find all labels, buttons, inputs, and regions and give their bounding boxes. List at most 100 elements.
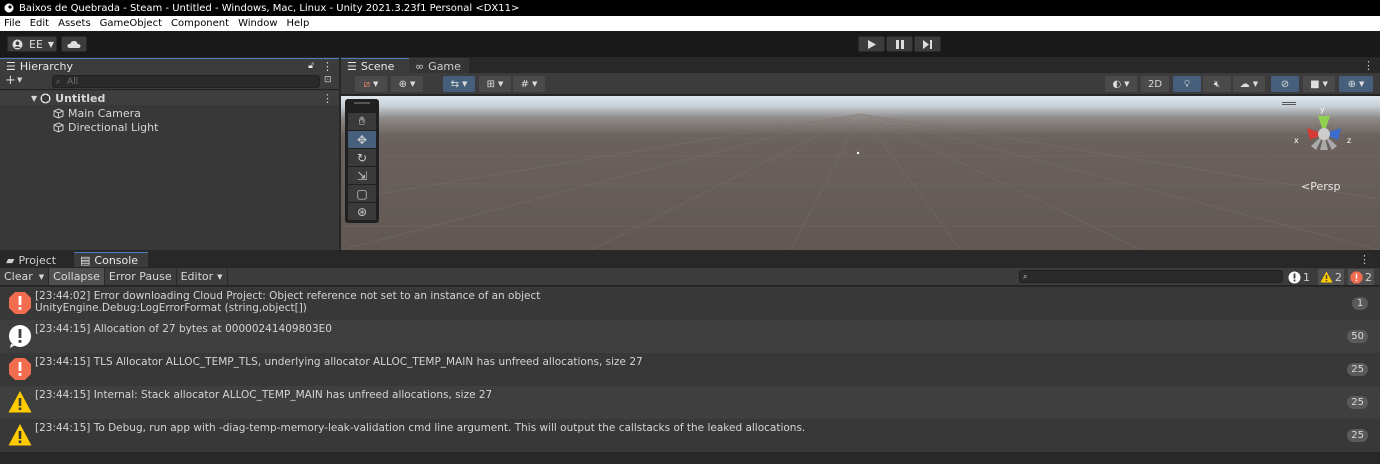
projection-label[interactable]: <Persp xyxy=(1301,180,1340,193)
kebab-menu-icon[interactable]: ⋮ xyxy=(1359,253,1370,266)
info-count-toggle[interactable]: 1 xyxy=(1288,269,1310,285)
hierarchy-search-input[interactable]: ⌕ All xyxy=(52,75,320,88)
chevron-down-icon: ▼ xyxy=(1124,80,1130,88)
foldout-arrow-icon[interactable]: ▼ xyxy=(31,94,37,103)
menu-assets[interactable]: Assets xyxy=(58,18,91,29)
toggle-2d-button[interactable]: 2D xyxy=(1141,76,1169,92)
tab-scene-label: Scene xyxy=(360,59,395,73)
effects-dropdown[interactable]: ☁ ▼ xyxy=(1233,76,1265,92)
error-icon xyxy=(1350,271,1363,283)
render-mode-dropdown[interactable]: ⊕ ▼ xyxy=(391,76,423,92)
grid-icon: # xyxy=(520,78,529,90)
scene-row[interactable]: ▼ Untitled ⋮ xyxy=(0,91,339,105)
effects-icon: ☁ xyxy=(1239,78,1250,90)
hand-tool-button[interactable]: ✋︎ xyxy=(348,113,376,130)
kebab-menu-icon[interactable]: ⋮ xyxy=(322,92,333,105)
pause-button[interactable] xyxy=(886,36,913,52)
search-by-type-icon[interactable]: ⊡ xyxy=(324,75,332,85)
drag-handle[interactable] xyxy=(354,102,370,104)
gizmos-dropdown[interactable]: ⊕ ▼ xyxy=(1339,76,1373,92)
warning-icon xyxy=(1320,271,1333,283)
log-entry[interactable]: [23:44:15] To Debug, run app with -diag-… xyxy=(0,419,1380,452)
lighting-toggle[interactable]: 💡︎ xyxy=(1173,76,1201,92)
clear-button[interactable]: Clear ▼ xyxy=(0,268,50,285)
menu-file[interactable]: File xyxy=(4,18,21,29)
kebab-menu-icon[interactable]: ⋮ xyxy=(1363,59,1374,72)
log-text: [23:44:15] TLS Allocator ALLOC_TEMP_TLS,… xyxy=(35,356,643,368)
grid-snapping-dropdown[interactable]: ⊞ ▼ xyxy=(479,76,511,92)
orientation-gizmo[interactable]: x z y xyxy=(1289,104,1359,168)
search-placeholder: All xyxy=(67,76,79,87)
scene-name: Untitled xyxy=(55,91,106,105)
chevron-down-icon[interactable]: ▼ xyxy=(17,76,22,84)
tab-project[interactable]: ▰ Project xyxy=(0,252,74,267)
scene-header-spacer: ⋮ xyxy=(469,58,1380,73)
tab-scene[interactable]: ☰ Scene xyxy=(341,58,409,73)
tab-game[interactable]: ∞ Game xyxy=(409,58,469,73)
menu-component[interactable]: Component xyxy=(171,18,229,29)
chevron-down-icon: ▼ xyxy=(532,80,538,88)
window-title-bar: Baixos de Quebrada - Steam - Untitled - … xyxy=(0,0,1380,16)
chevron-down-icon: ▼ xyxy=(410,80,416,88)
menu-help[interactable]: Help xyxy=(287,18,310,29)
tree-item-main-camera[interactable]: Main Camera xyxy=(0,106,339,120)
hierarchy-panel: ☰ Hierarchy 🔓︎ ⋮ + ▼ ⌕ All ⊡ ▼ Untitled … xyxy=(0,58,339,250)
camera-settings-dropdown[interactable]: ■ ▼ xyxy=(1303,76,1335,92)
tab-console[interactable]: ▤ Console xyxy=(74,252,148,267)
play-button[interactable] xyxy=(858,36,885,52)
tab-hierarchy[interactable]: ☰ Hierarchy 🔓︎ ⋮ xyxy=(0,58,339,73)
log-entry[interactable]: [23:44:15] Allocation of 27 bytes at 000… xyxy=(0,320,1380,353)
error-pause-toggle[interactable]: Error Pause xyxy=(105,268,177,285)
gizmo-z-label: z xyxy=(1347,136,1351,145)
warning-icon xyxy=(8,424,32,446)
console-toolbar: Clear ▼ Collapse Error Pause Editor ▼ ⌕ 1 … xyxy=(0,268,1380,286)
log-count-badge: 25 xyxy=(1347,363,1368,376)
gameobject-cube-icon xyxy=(53,107,64,119)
log-entry[interactable]: [23:44:15] Internal: Stack allocator ALL… xyxy=(0,386,1380,419)
scene-panel: ☰ Scene ∞ Game ⋮ ⧄ ▼ ⊕ ▼ ⇆ ▼ ⊞ ▼ # ▼ ◐ ▼ 2D 💡︎… xyxy=(341,58,1380,250)
transform-tool-button[interactable]: ⊛ xyxy=(348,203,376,220)
gamepad-icon: ∞ xyxy=(415,59,425,73)
step-icon xyxy=(923,39,932,49)
scale-icon: ⇲ xyxy=(356,168,368,183)
error-count-toggle[interactable]: 2 xyxy=(1348,269,1374,285)
error-icon xyxy=(9,292,31,314)
chevron-down-icon: ▼ xyxy=(47,39,55,49)
tree-item-directional-light[interactable]: Directional Light xyxy=(0,120,339,134)
scene-tab-icon: ☰ xyxy=(347,59,357,73)
editor-dropdown[interactable]: Editor ▼ xyxy=(177,268,228,285)
log-entry[interactable]: [23:44:15] TLS Allocator ALLOC_TEMP_TLS,… xyxy=(0,353,1380,386)
globe-icon: ⊕ xyxy=(398,78,407,90)
cloud-button[interactable] xyxy=(61,36,87,52)
menu-gameobject[interactable]: GameObject xyxy=(100,18,162,29)
audio-toggle[interactable]: 🔇︎ xyxy=(1203,76,1231,92)
cloud-icon xyxy=(67,40,81,48)
hierarchy-header: ☰ Hierarchy 🔓︎ ⋮ xyxy=(0,58,339,73)
hidden-objects-toggle[interactable]: ⊘ xyxy=(1271,76,1299,92)
log-entry[interactable]: [23:44:02] Error downloading Cloud Proje… xyxy=(0,287,1380,320)
warning-count-toggle[interactable]: 2 xyxy=(1318,269,1344,285)
collapse-toggle[interactable]: Collapse xyxy=(49,268,105,285)
shading-mode-dropdown[interactable]: ◐ ▼ xyxy=(1105,76,1137,92)
rect-tool-button[interactable]: ▢ xyxy=(348,185,376,202)
menu-edit[interactable]: Edit xyxy=(30,18,49,29)
add-icon[interactable]: + xyxy=(5,73,16,88)
scene-viewport[interactable]: ✋︎ ✥ ↻ ⇲ ▢ ⊛ x z y <Persp xyxy=(341,96,1380,250)
menu-window[interactable]: Window xyxy=(238,18,277,29)
scale-tool-button[interactable]: ⇲ xyxy=(348,167,376,184)
move-tool-button[interactable]: ✥ xyxy=(348,131,376,148)
account-button[interactable]: EE ▼ xyxy=(7,36,57,52)
info-icon xyxy=(8,325,31,348)
grid-visibility-dropdown[interactable]: # ▼ xyxy=(513,76,545,92)
console-search-input[interactable]: ⌕ xyxy=(1019,270,1283,283)
move-tool-settings-dropdown[interactable]: ⇆ ▼ xyxy=(443,76,475,92)
lock-icon[interactable]: 🔓︎ xyxy=(308,61,314,71)
kebab-menu-icon[interactable]: ⋮ xyxy=(322,60,333,73)
step-button[interactable] xyxy=(914,36,941,52)
draw-mode-dropdown[interactable]: ⧄ ▼ xyxy=(355,76,387,92)
tree-item-label: Main Camera xyxy=(68,106,141,120)
editor-label: Editor xyxy=(180,270,214,283)
rotate-tool-button[interactable]: ↻ xyxy=(348,149,376,166)
eye-slash-icon: ⊘ xyxy=(1280,78,1290,90)
warning-count: 2 xyxy=(1335,270,1342,284)
